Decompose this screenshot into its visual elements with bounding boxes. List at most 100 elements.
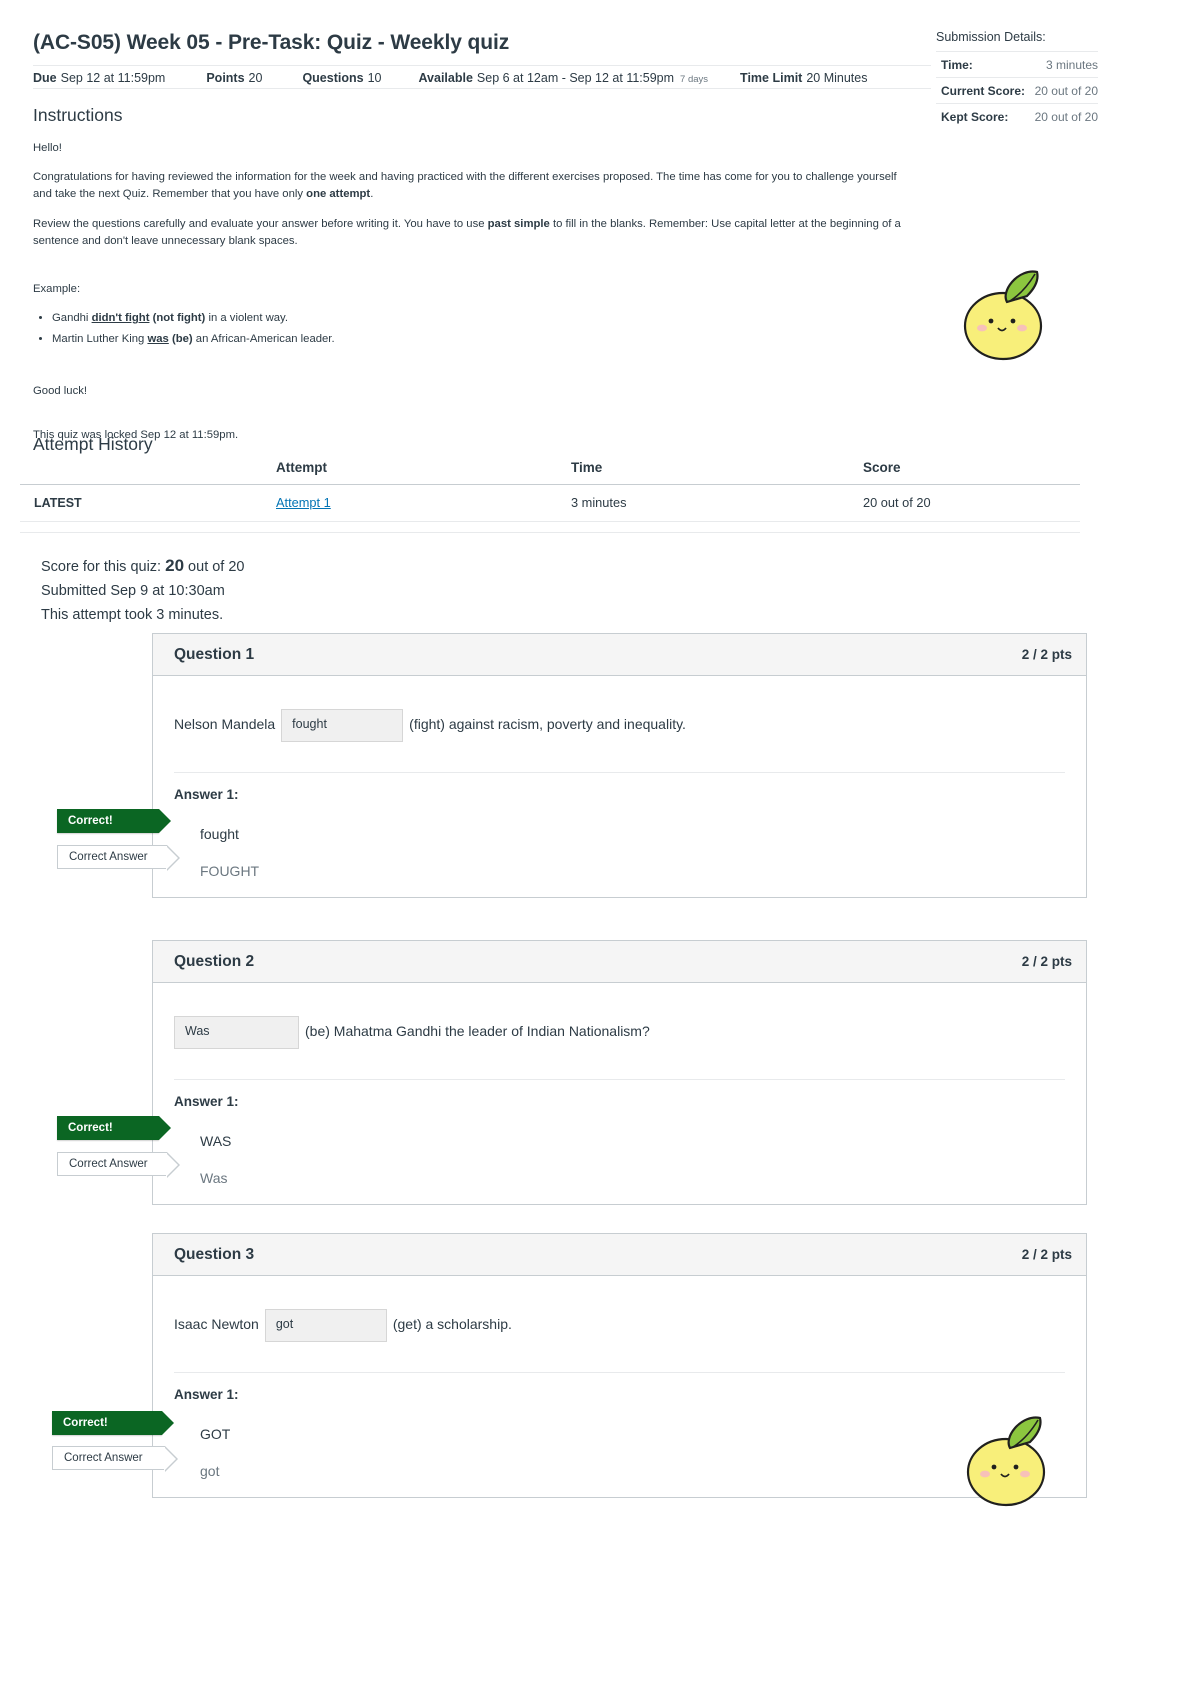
latest-badge: LATEST — [20, 484, 276, 522]
score-summary: Score for this quiz: 20 out of 20 Submit… — [41, 552, 245, 628]
answer-label: Answer 1: — [174, 787, 239, 802]
answers-zone: Answer 1: GOT got — [174, 1372, 1065, 1488]
correct-badge-3: Correct! — [52, 1411, 174, 1435]
student-answer-text: fought — [200, 826, 239, 842]
correct-answer-row: got — [174, 1454, 1065, 1488]
correct-answer-badge-1: Correct Answer — [57, 845, 180, 871]
question-title: Question 3 — [174, 1245, 255, 1263]
correct-answer-row: Was — [174, 1161, 1065, 1195]
meta-available-label: Available — [418, 70, 473, 85]
correct-badge-label: Correct! — [63, 1417, 108, 1429]
col-header-score: Score — [863, 460, 1080, 485]
question-suffix-text: (fight) against racism, poverty and ineq… — [409, 716, 686, 733]
table-row: LATEST Attempt 1 3 minutes 20 out of 20 — [20, 484, 1080, 522]
col-header-time: Time — [571, 460, 863, 485]
correct-answer-text: FOUGHT — [200, 863, 260, 879]
meta-available-duration: 7 days — [680, 73, 709, 85]
submission-detail-row: Current Score: 20 out of 20 — [936, 78, 1098, 104]
fill-in-blank-input[interactable]: Was — [174, 1015, 299, 1049]
meta-available-value: Sep 6 at 12am - Sep 12 at 11:59pm — [476, 70, 675, 85]
attempt-score-cell: 20 out of 20 — [863, 484, 1080, 522]
score-line: Score for this quiz: 20 out of 20 — [41, 556, 245, 575]
student-answer-row: fought — [174, 817, 1065, 851]
question-suffix-text: (get) a scholarship. — [392, 1316, 512, 1333]
correct-answer-text: Was — [200, 1170, 228, 1186]
student-answer-text: GOT — [200, 1426, 231, 1442]
instructions-heading: Instructions — [33, 105, 123, 125]
answers-zone: Answer 1: fought FOUGHT — [174, 772, 1065, 888]
correct-answer-badge-label: Correct Answer — [69, 851, 148, 863]
question-card-body: Was (be) Mahatma Gandhi the leader of In… — [153, 983, 1086, 1195]
divider — [20, 532, 1080, 533]
submission-detail-row: Time: 3 minutes — [936, 52, 1098, 78]
quiz-locked-note: This quiz was locked Sep 12 at 11:59pm. — [33, 428, 239, 441]
kept-score-label: Kept Score: — [941, 110, 1009, 124]
fill-in-blank-input[interactable]: got — [264, 1308, 387, 1342]
attempt-time-cell: 3 minutes — [571, 484, 863, 522]
instructions-greeting: Hello! — [33, 142, 62, 154]
question-title: Question 2 — [174, 952, 255, 970]
submission-detail-row: Kept Score: 20 out of 20 — [936, 104, 1098, 129]
instructions-body: Hello! Congratulations for having review… — [33, 140, 901, 456]
question-sentence: Was (be) Mahatma Gandhi the leader of In… — [174, 1011, 1065, 1053]
question-card-header: Question 1 2 / 2 pts — [153, 634, 1086, 676]
meta-time-limit-value: 20 Minutes — [806, 70, 868, 85]
answers-zone: Answer 1: WAS Was — [174, 1079, 1065, 1195]
question-prefix-text: Isaac Newton — [174, 1316, 259, 1333]
page-title: (AC-S05) Week 05 - Pre-Task: Quiz - Week… — [33, 31, 510, 54]
correct-answer-text: got — [200, 1463, 220, 1479]
list-item: Martin Luther King was (be) an African-A… — [52, 331, 901, 349]
meta-questions-value: 10 — [367, 70, 382, 85]
kept-score-value: 20 out of 20 — [1034, 110, 1098, 124]
student-answer-row: GOT — [174, 1417, 1065, 1451]
answer-label: Answer 1: — [174, 1094, 239, 1109]
correct-answer-badge-3: Correct Answer — [52, 1446, 178, 1472]
instructions-paragraph-2: Review the questions carefully and evalu… — [33, 217, 901, 248]
meta-questions-label: Questions — [302, 70, 364, 85]
question-card-header: Question 3 2 / 2 pts — [153, 1234, 1086, 1276]
submission-time-value: 3 minutes — [1045, 58, 1098, 72]
meta-questions: Questions 10 — [302, 71, 381, 85]
correct-badge-label: Correct! — [68, 815, 113, 827]
question-sentence: Isaac Newton got (get) a scholarship. — [174, 1304, 1065, 1346]
question-card-1: Question 1 2 / 2 pts Nelson Mandela foug… — [152, 633, 1087, 898]
submitted-line: Submitted Sep 9 at 10:30am — [41, 583, 225, 600]
correct-answer-badge-label: Correct Answer — [69, 1158, 148, 1170]
attempt-history-table: Attempt Time Score LATEST Attempt 1 3 mi… — [20, 460, 1080, 522]
correct-badge-label: Correct! — [68, 1122, 113, 1134]
attempt-duration-line: This attempt took 3 minutes. — [41, 606, 224, 623]
meta-due: Due Sep 12 at 11:59pm — [33, 71, 165, 85]
submission-details-title: Submission Details: — [936, 30, 1098, 52]
question-card-header: Question 2 2 / 2 pts — [153, 941, 1086, 983]
question-suffix-text: (be) Mahatma Gandhi the leader of Indian… — [305, 1023, 650, 1040]
col-header-blank — [20, 460, 276, 485]
meta-due-label: Due — [33, 70, 57, 85]
question-points: 2 / 2 pts — [1021, 647, 1072, 662]
question-sentence: Nelson Mandela fought (fight) against ra… — [174, 704, 1065, 746]
meta-time-limit: Time Limit 20 Minutes — [740, 71, 867, 85]
attempt-1-link[interactable]: Attempt 1 — [276, 495, 331, 510]
student-answer-text: WAS — [200, 1133, 232, 1149]
question-points: 2 / 2 pts — [1021, 1247, 1072, 1262]
answer-label: Answer 1: — [174, 1387, 239, 1402]
student-answer-row: WAS — [174, 1124, 1065, 1158]
fill-in-blank-input[interactable]: fought — [281, 708, 404, 742]
current-score-value: 20 out of 20 — [1034, 84, 1098, 98]
question-card-3: Question 3 2 / 2 pts Isaac Newton got (g… — [152, 1233, 1087, 1498]
quiz-meta-strip: Due Sep 12 at 11:59pm Points 20 Question… — [33, 65, 931, 89]
lemon-illustration-icon — [955, 258, 1050, 373]
question-card-body: Isaac Newton got (get) a scholarship. An… — [153, 1276, 1086, 1488]
current-score-label: Current Score: — [941, 84, 1026, 98]
example-label: Example: — [33, 282, 81, 295]
question-prefix-text: Nelson Mandela — [174, 716, 276, 733]
meta-points: Points 20 — [206, 71, 262, 85]
meta-available: Available Sep 6 at 12am - Sep 12 at 11:5… — [418, 71, 708, 85]
submission-details-panel: Submission Details: Time: 3 minutes Curr… — [936, 30, 1098, 129]
table-header-row: Attempt Time Score — [20, 460, 1080, 485]
meta-points-label: Points — [206, 70, 245, 85]
question-title: Question 1 — [174, 645, 255, 663]
